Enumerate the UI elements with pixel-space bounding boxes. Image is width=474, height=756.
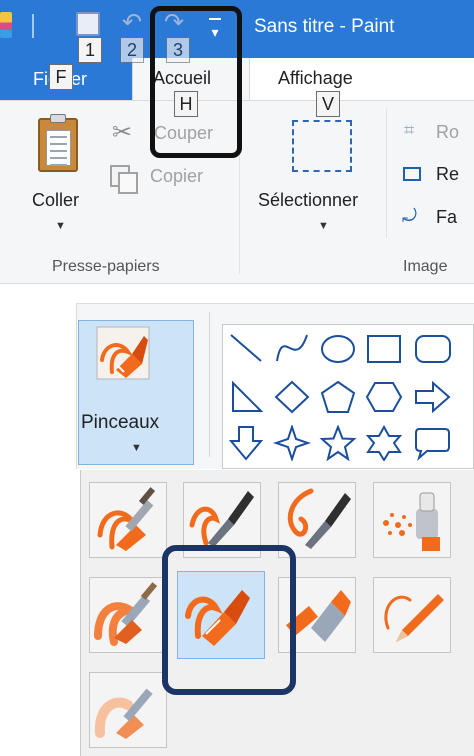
brush-tile-oil[interactable] — [89, 577, 167, 653]
pentagon-shape-icon[interactable] — [319, 379, 357, 415]
paint-app-icon[interactable] — [0, 12, 12, 38]
annotation-highlight-selected-brush — [162, 545, 296, 695]
brush-tile-brush[interactable] — [89, 482, 167, 558]
crop-button[interactable]: Ro — [436, 122, 459, 143]
keytip-undo: 2 — [120, 37, 144, 63]
rectangle-shape-icon[interactable] — [365, 331, 403, 367]
right-arrow-shape-icon[interactable] — [413, 379, 451, 415]
window-title: Sans titre - Paint — [254, 16, 395, 37]
triangle-shape-icon[interactable] — [227, 379, 265, 415]
resize-button[interactable]: Re — [436, 164, 459, 185]
select-dropdown-arrow-icon[interactable]: ▼ — [318, 220, 329, 232]
clipboard-icon[interactable] — [38, 114, 78, 172]
group-separator — [386, 108, 387, 238]
oval-shape-icon[interactable] — [319, 331, 357, 367]
crop-icon[interactable]: ⌗ — [404, 120, 426, 142]
scissors-icon[interactable]: ✂ — [112, 118, 132, 147]
keytip-file: F — [49, 64, 73, 90]
copy-button[interactable]: Copier — [150, 166, 203, 187]
brushes-label: Pinceaux — [81, 412, 160, 433]
rotate-icon[interactable]: ⤾ — [402, 206, 417, 227]
hexagon-shape-icon[interactable] — [365, 379, 403, 415]
brushes-dropdown-arrow-icon[interactable]: ▼ — [131, 442, 142, 454]
copy-icon[interactable] — [110, 165, 138, 194]
shapes-gallery[interactable] — [222, 324, 474, 469]
diamond-shape-icon[interactable] — [273, 379, 311, 415]
selection-rectangle-icon[interactable] — [292, 120, 352, 172]
speech-bubble-shape-icon[interactable] — [413, 425, 451, 461]
brush-tile-pencil[interactable] — [373, 577, 451, 653]
brush-icon — [96, 326, 150, 380]
save-icon[interactable] — [76, 12, 100, 36]
quick-access-separator — [32, 14, 34, 38]
paste-dropdown-arrow-icon[interactable]: ▼ — [55, 220, 66, 232]
annotation-highlight-quick-access — [150, 6, 242, 158]
group-separator — [209, 312, 210, 457]
brush-tile-airbrush[interactable] — [373, 482, 451, 558]
curve-shape-icon[interactable] — [273, 331, 311, 367]
down-arrow-shape-icon[interactable] — [227, 425, 265, 461]
select-button[interactable]: Sélectionner — [258, 190, 358, 211]
resize-icon[interactable] — [403, 167, 421, 181]
undo-icon[interactable]: ↶ — [122, 11, 146, 36]
brush-tile-watercolor[interactable] — [89, 672, 167, 748]
keytip-save: 1 — [78, 37, 102, 63]
keytip-view: V — [316, 91, 340, 117]
six-point-star-shape-icon[interactable] — [365, 425, 403, 461]
image-group-label: Image — [403, 258, 448, 275]
tab-view[interactable]: Affichage — [278, 68, 353, 89]
clipboard-group-label: Presse-papiers — [52, 258, 160, 275]
four-point-star-shape-icon[interactable] — [273, 425, 311, 461]
rounded-rectangle-shape-icon[interactable] — [413, 331, 451, 367]
paste-button[interactable]: Coller — [32, 190, 79, 211]
five-point-star-shape-icon[interactable] — [319, 425, 357, 461]
rotate-button[interactable]: Fa — [436, 207, 457, 228]
line-shape-icon[interactable] — [227, 331, 265, 367]
